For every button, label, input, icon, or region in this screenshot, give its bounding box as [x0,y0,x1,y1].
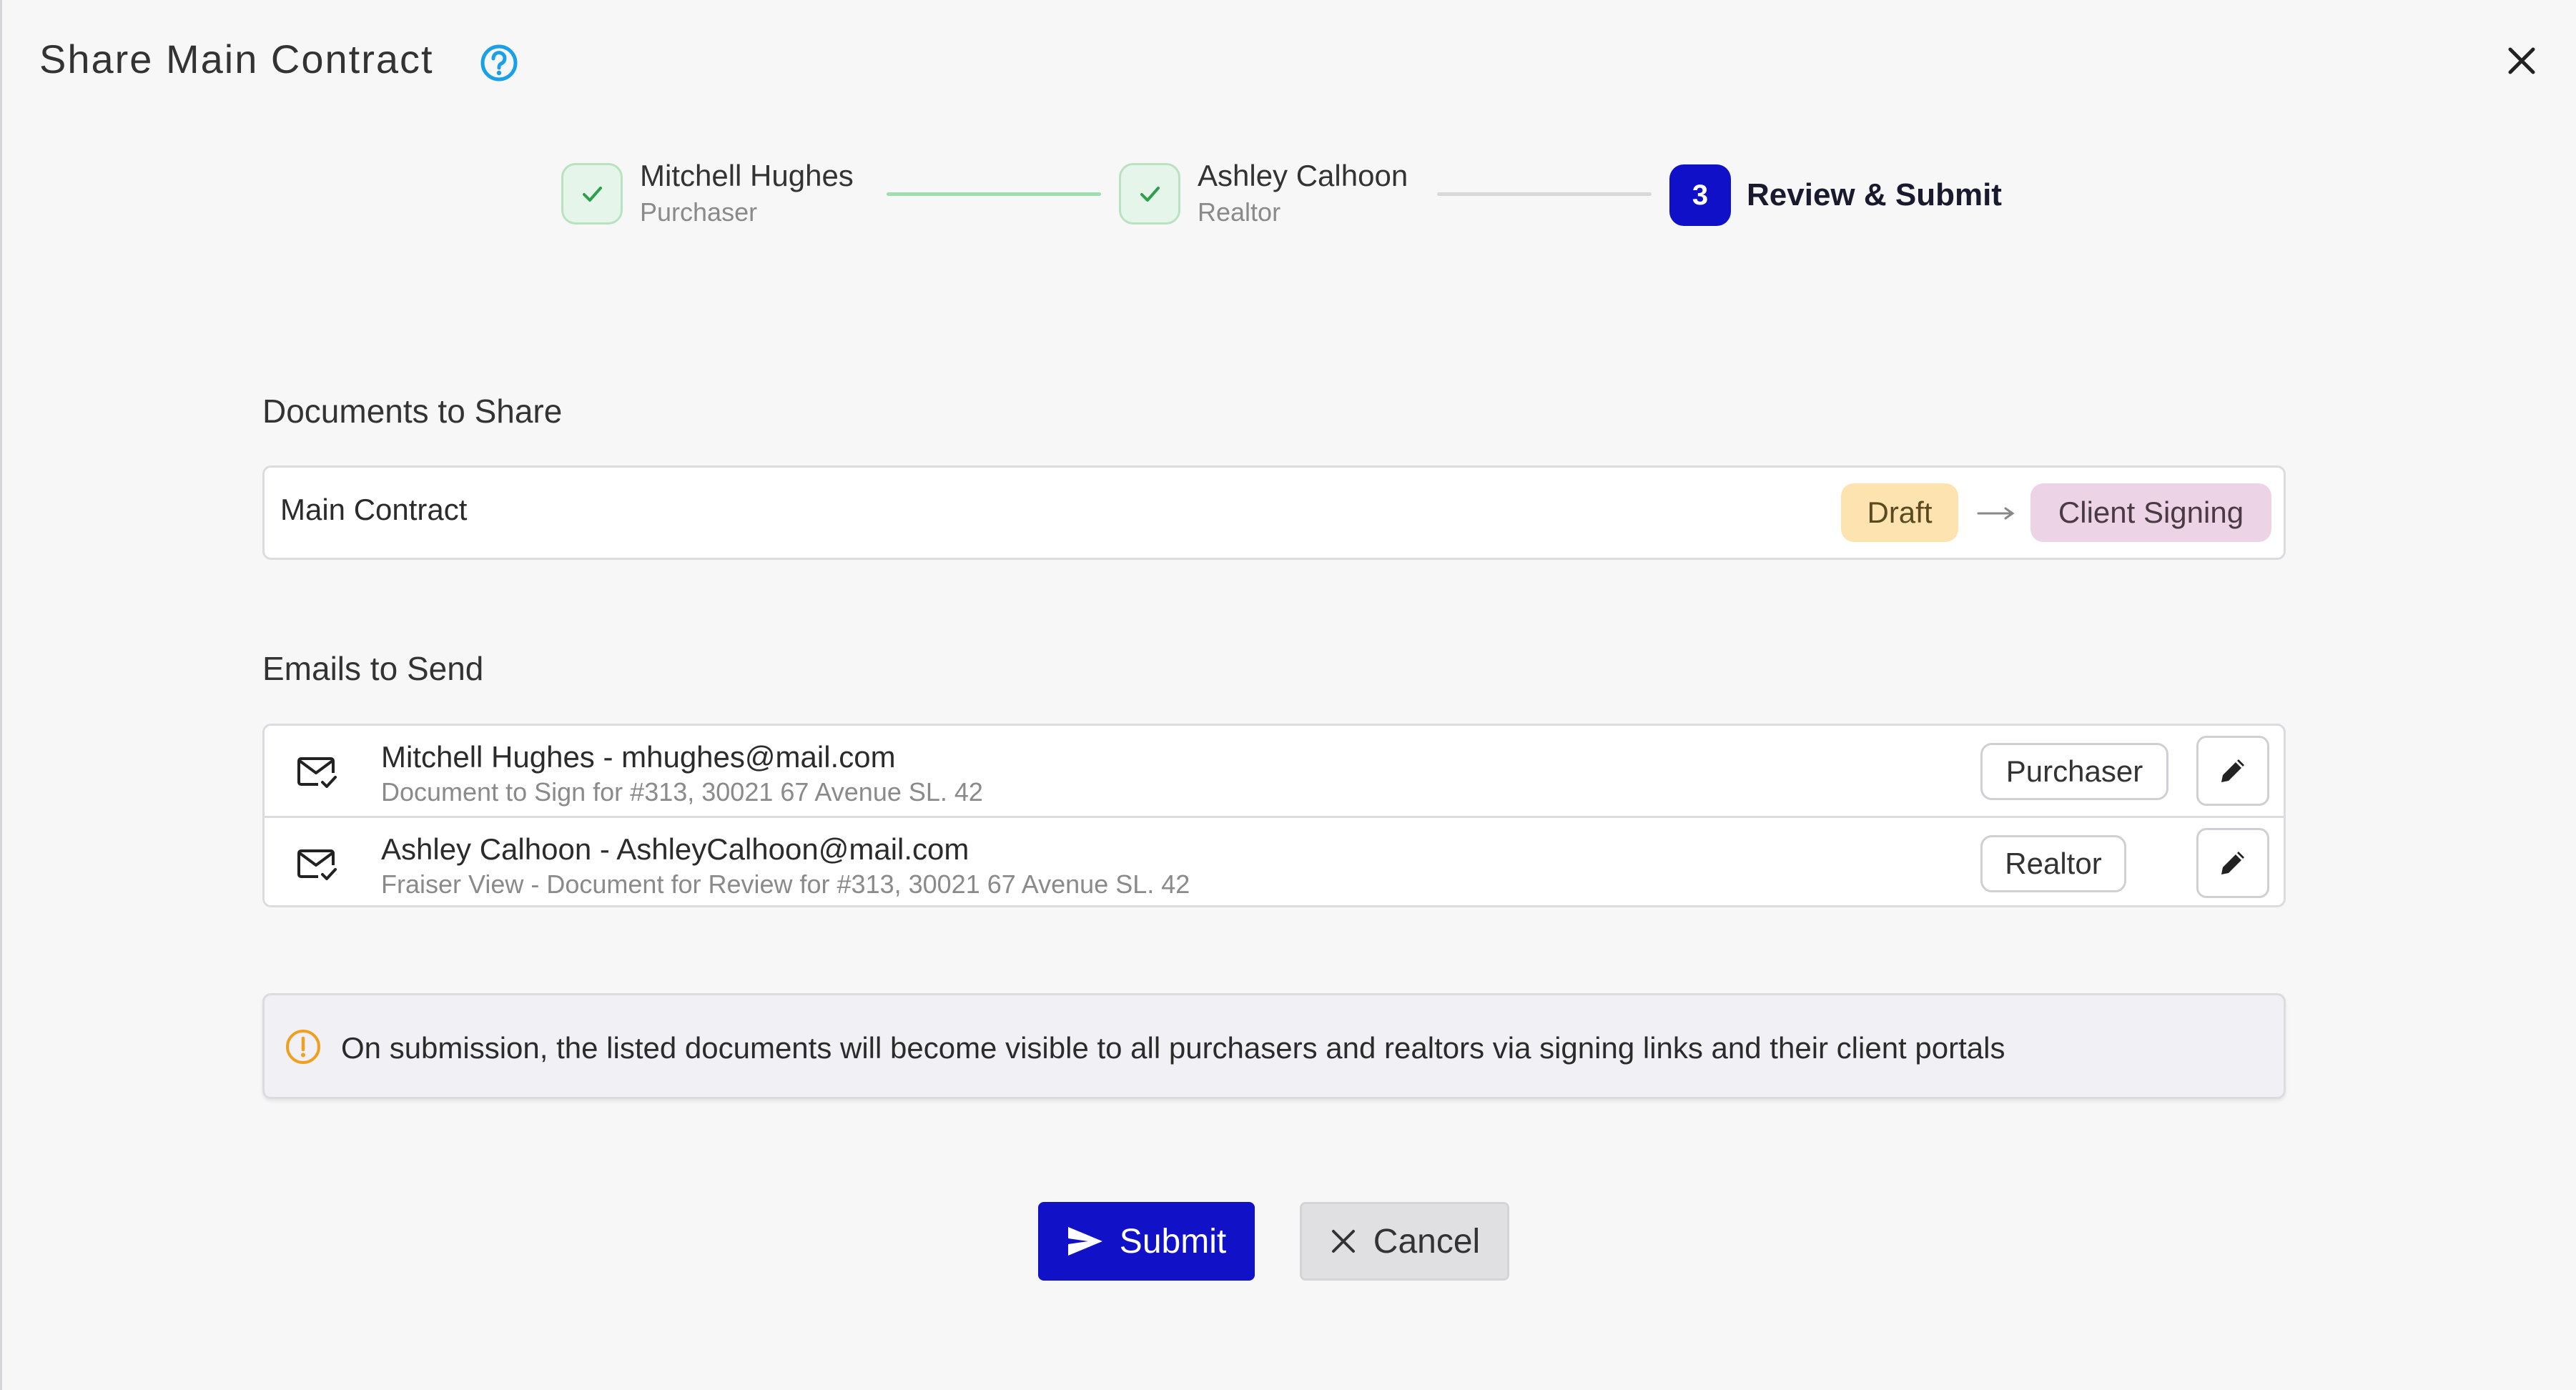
status-badge-client-signing: Client Signing [2030,483,2271,542]
cancel-button-label: Cancel [1373,1222,1481,1261]
step-2-role: Realtor [1198,197,1281,227]
send-icon [1067,1227,1102,1256]
arrow-right-icon [1977,507,2015,520]
status-badge-draft: Draft [1841,483,1958,542]
email-recipient: Mitchell Hughes - mhughes@mail.com [381,740,896,774]
email-recipient: Ashley Calhoon - AshleyCalhoon@mail.com [381,832,969,866]
mail-check-icon [297,757,337,788]
pencil-icon [2221,759,2244,782]
step-3-name: Review & Submit [1747,177,2002,212]
edit-email-button[interactable] [2196,736,2269,806]
emails-section-label: Emails to Send [262,650,484,687]
alert-circle-icon [286,1030,320,1064]
pencil-icon [2221,852,2244,874]
notice-text: On submission, the listed documents will… [341,1031,2005,1065]
help-circle-icon[interactable] [479,43,519,83]
step-3-indicator: 3 [1669,164,1731,226]
submit-button[interactable]: Submit [1038,1202,1255,1281]
x-icon [1331,1230,1355,1253]
dialog-title: Share Main Contract [39,36,434,82]
role-tag-realtor: Realtor [1980,835,2126,892]
check-icon [1140,187,1160,202]
emails-list: Mitchell Hughes - mhughes@mail.com Docum… [262,724,2286,907]
submit-button-label: Submit [1119,1222,1227,1261]
document-row: Main Contract Draft Client Signing [262,465,2286,560]
document-name: Main Contract [280,493,468,526]
documents-section-label: Documents to Share [262,393,563,430]
check-icon [583,187,602,202]
step-1-indicator [561,163,623,225]
step-2-name: Ashley Calhoon [1198,159,1408,192]
window-edge [0,0,2,1390]
role-tag-purchaser: Purchaser [1980,743,2168,800]
email-subject: Fraiser View - Document for Review for #… [381,869,1190,899]
cancel-button[interactable]: Cancel [1300,1202,1509,1281]
submission-notice: On submission, the listed documents will… [262,993,2286,1099]
close-icon[interactable] [2506,45,2537,77]
email-row: Mitchell Hughes - mhughes@mail.com Docum… [265,726,2284,815]
step-2-indicator [1119,163,1180,225]
mail-check-icon [297,849,337,880]
edit-email-button[interactable] [2196,828,2269,898]
email-row: Ashley Calhoon - AshleyCalhoon@mail.com … [265,816,2284,905]
step-connector-1 [887,192,1101,196]
step-1-name: Mitchell Hughes [640,159,854,192]
email-subject: Document to Sign for #313, 30021 67 Aven… [381,777,983,807]
step-1-role: Purchaser [640,197,758,227]
step-connector-2 [1437,192,1652,196]
